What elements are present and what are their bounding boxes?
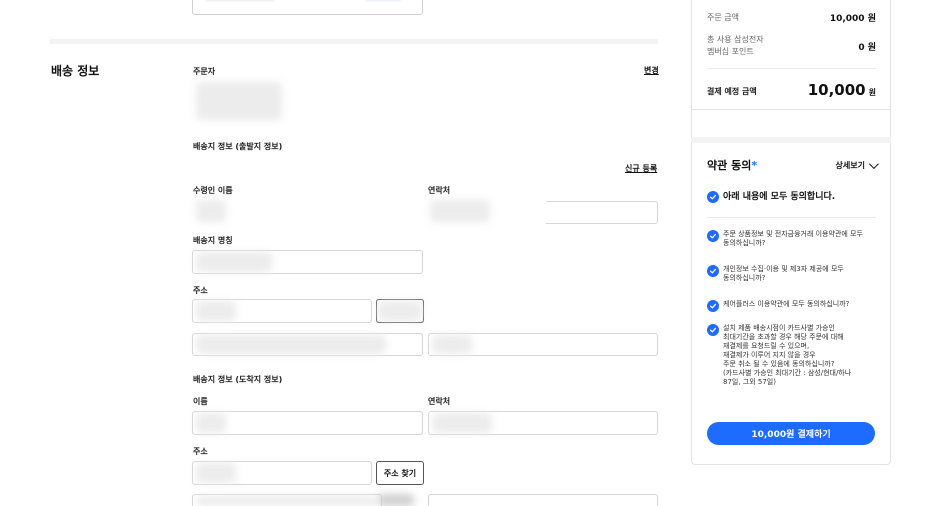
previous-field-input[interactable] xyxy=(192,0,423,15)
term-text: 개인정보 수집·이용 및 제3자 제공에 모두 동의하십니까? xyxy=(723,265,844,283)
section-divider xyxy=(50,39,658,44)
orderer-label: 주문자 xyxy=(193,67,216,76)
agree-all-item[interactable]: 아래 내용에 모두 동의합니다. xyxy=(707,191,835,203)
term-item[interactable]: 케어플러스 이용약관에 모두 동의하십니까? xyxy=(707,300,849,312)
receiver-contact-blurred xyxy=(432,413,492,433)
order-amount-label: 주문 금액 xyxy=(707,13,739,22)
agree-all-text: 아래 내용에 모두 동의합니다. xyxy=(723,192,836,202)
contact-label-2: 연락처 xyxy=(428,397,451,406)
section-title: 배송 정보 xyxy=(51,64,100,78)
name-label: 이름 xyxy=(193,397,208,406)
check-circle-icon[interactable] xyxy=(707,324,719,336)
address-detail-blurred xyxy=(432,335,472,354)
term-line: 설치 제품 배송시점이 카드사별 가승인 xyxy=(723,324,835,332)
pay-button[interactable]: 10,000원 결제하기 xyxy=(707,422,875,445)
blurred-value xyxy=(365,0,401,1)
detail-toggle-label: 상세보기 xyxy=(835,161,865,170)
find-address-button[interactable]: 주소 찾기 xyxy=(376,461,424,485)
contact-blurred[interactable] xyxy=(430,200,490,222)
blurred-value xyxy=(205,0,275,1)
expected-payment-label: 결제 예정 금액 xyxy=(707,87,757,96)
expected-payment-unit: 원 xyxy=(868,88,876,97)
terms-card: 약관 동의* 상세보기 아래 내용에 모두 동의합니다. 주문 상품정보 및 전… xyxy=(691,143,891,465)
term-item[interactable]: 주문 상품정보 및 전자금융거래 이용약관에 모두 동의하십니까? xyxy=(707,230,863,248)
change-link[interactable]: 변경 xyxy=(644,65,659,76)
summary-divider xyxy=(707,68,876,69)
points-label-line2: 멤버십 포인트 xyxy=(707,47,754,56)
address-name-blurred xyxy=(196,252,272,272)
address-label: 주소 xyxy=(193,286,208,295)
find-address-blurred xyxy=(378,301,422,321)
check-circle-icon[interactable] xyxy=(707,300,719,312)
term-line: 최대기간을 초과할 경우 해당 주문에 대해 xyxy=(723,333,844,341)
term-item[interactable]: 개인정보 수집·이용 및 제3자 제공에 모두 동의하십니까? xyxy=(707,265,844,283)
receiver-address-detail-input[interactable] xyxy=(428,494,658,506)
term-text: 설치 제품 배송시점이 카드사별 가승인 최대기간을 초과할 경우 해당 주문에… xyxy=(723,324,851,387)
address-main-blurred xyxy=(196,335,386,354)
detail-toggle[interactable]: 상세보기 xyxy=(835,159,879,171)
required-mark: * xyxy=(751,159,758,172)
recipient-name-blurred[interactable] xyxy=(196,200,226,222)
term-item[interactable]: 설치 제품 배송시점이 카드사별 가승인 최대기간을 초과할 경우 해당 주문에… xyxy=(707,324,851,387)
term-text: 주문 상품정보 및 전자금융거래 이용약관에 모두 동의하십니까? xyxy=(723,230,863,248)
postcode-blurred xyxy=(196,301,236,321)
receiver-address-blurred-dark xyxy=(378,494,414,506)
receiver-postcode-blurred xyxy=(196,463,236,483)
receiver-address-main-blurred xyxy=(196,496,376,506)
summary-spacer xyxy=(691,109,891,137)
term-line: 87일, 그외 57일) xyxy=(723,378,776,386)
term-line: 동의하십니까? xyxy=(723,274,766,282)
terms-title: 약관 동의* xyxy=(707,157,757,173)
term-line: 케어플러스 이용약관에 모두 동의하십니까? xyxy=(723,300,850,308)
check-circle-icon[interactable] xyxy=(707,191,719,203)
expected-payment: 10,000 원 xyxy=(808,81,876,99)
address-label-2: 주소 xyxy=(193,447,208,456)
address-name-label: 배송지 명칭 xyxy=(193,236,233,245)
term-line: 재결제가 이루어 지지 않을 경우 xyxy=(723,351,816,359)
order-amount-value: 10,000 원 xyxy=(829,14,876,24)
term-line: (카드사별 가승인 최대기간 : 삼성/현대/하나 xyxy=(723,369,852,377)
sender-info-title: 배송지 정보 (출발지 정보) xyxy=(193,142,283,151)
term-line: 동의하십니까? xyxy=(723,239,766,247)
orderer-info-blurred xyxy=(196,82,282,120)
contact-label: 연락처 xyxy=(428,186,451,195)
expected-payment-value: 10,000 xyxy=(807,81,866,99)
new-register-link[interactable]: 신규 등록 xyxy=(625,163,657,174)
receiver-info-title: 배송지 정보 (도착지 정보) xyxy=(193,375,283,384)
terms-divider xyxy=(707,217,876,218)
term-line: 주문 취소 될 수 있음에 동의하십니까? xyxy=(723,360,835,368)
receiver-name-blurred xyxy=(196,413,226,433)
check-circle-icon[interactable] xyxy=(707,265,719,277)
contact-input[interactable] xyxy=(546,201,658,224)
points-label-line1: 총 사용 삼성전자 xyxy=(707,35,764,44)
receiver-name-input[interactable] xyxy=(192,411,423,435)
term-text: 케어플러스 이용약관에 모두 동의하십니까? xyxy=(723,300,849,309)
term-line: 재결제를 요청드릴 수 있으며, xyxy=(723,342,810,350)
chevron-down-icon xyxy=(868,159,879,170)
order-summary-card: 주문 금액 10,000 원 총 사용 삼성전자 멤버십 포인트 0 원 결제 … xyxy=(691,0,891,109)
term-line: 개인정보 수집·이용 및 제3자 제공에 모두 xyxy=(723,265,844,273)
check-circle-icon[interactable] xyxy=(707,230,719,242)
recipient-name-label: 수령인 이름 xyxy=(193,186,233,195)
terms-title-text: 약관 동의 xyxy=(707,159,752,172)
term-line: 주문 상품정보 및 전자금융거래 이용약관에 모두 xyxy=(723,230,863,238)
points-value: 0 원 xyxy=(858,43,876,53)
